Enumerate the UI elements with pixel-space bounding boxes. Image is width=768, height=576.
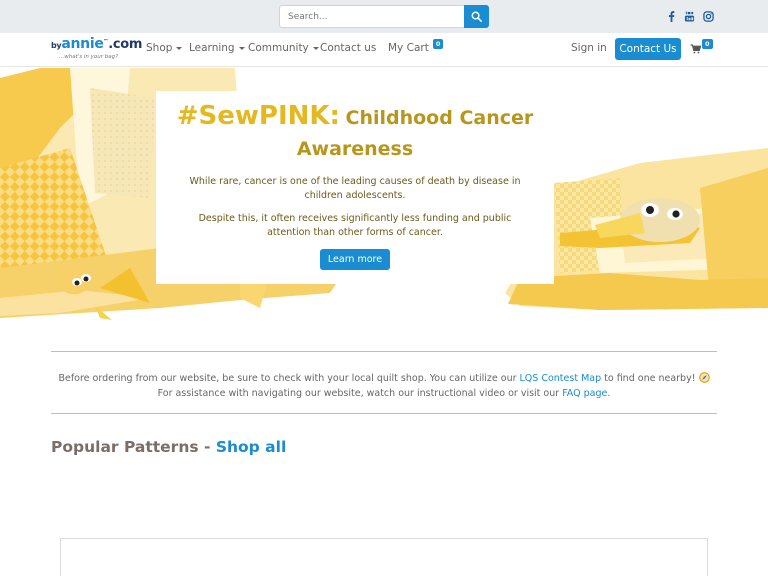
popular-patterns-heading: Popular Patterns - Shop all [51, 438, 286, 456]
sign-in-label: Sign in [571, 42, 607, 54]
instagram-icon[interactable] [702, 10, 714, 22]
info-line-1: Before ordering from our website, be sur… [51, 372, 717, 387]
nav-shop-label: Shop [146, 42, 173, 54]
nav-my-cart[interactable]: My Cart 0 [388, 39, 444, 54]
divider-top [51, 351, 717, 352]
nav-community[interactable]: Community [248, 42, 319, 54]
top-bar [0, 0, 768, 33]
hero-paragraph-2: Despite this, it often receives signific… [198, 213, 512, 238]
youtube-icon[interactable] [683, 10, 695, 22]
hero-paragraph-1: While rare, cancer is one of the leading… [189, 176, 521, 201]
hero-title-hashtag: #SewPINK: [176, 101, 340, 131]
hero-content-card: #SewPINK: Childhood Cancer Awareness Whi… [156, 91, 554, 284]
info-line-1-suffix: to find one nearby! [601, 373, 696, 384]
search-input[interactable] [279, 5, 464, 28]
nav-cart-label: My Cart [388, 42, 429, 54]
popular-patterns-label: Popular Patterns - [51, 438, 216, 456]
chevron-down-icon [312, 46, 319, 50]
info-line-2-text: For assistance with navigating our websi… [157, 387, 563, 399]
info-line-1-text: Before ordering from our website, be sur… [58, 373, 520, 384]
contact-us-button[interactable]: Contact Us [615, 38, 681, 60]
info-line-2: For assistance with navigating our websi… [51, 387, 717, 402]
lqs-contest-map-link[interactable]: LQS Contest Map [520, 373, 602, 384]
nav-learning[interactable]: Learning [189, 42, 245, 54]
hero-title: #SewPINK: Childhood Cancer Awareness [156, 101, 554, 165]
search-icon [471, 11, 482, 22]
chevron-down-icon [176, 46, 183, 50]
chevron-down-icon [238, 46, 245, 50]
divider-bottom [51, 413, 717, 414]
nav-learning-label: Learning [189, 42, 235, 54]
shop-all-link[interactable]: Shop all [216, 438, 286, 456]
nav-community-label: Community [248, 42, 309, 54]
nav-contact[interactable]: Contact us [320, 42, 376, 54]
hero-banner: #SewPINK: Childhood Cancer Awareness Whi… [0, 68, 768, 330]
site-logo[interactable]: byannie™.com ...what's in your bag? [51, 36, 142, 64]
nav-shop[interactable]: Shop [146, 42, 183, 54]
info-notice: Before ordering from our website, be sur… [51, 372, 717, 401]
logo-wordmark: byannie™.com [51, 36, 143, 52]
shopping-cart-icon [690, 44, 701, 54]
compass-icon [698, 372, 710, 383]
cart-icon-count-badge: 0 [702, 39, 713, 49]
facebook-icon[interactable] [665, 10, 677, 22]
sign-in-link[interactable]: Sign in [571, 42, 607, 54]
faq-page-link[interactable]: FAQ page. [562, 388, 610, 399]
cart-count-badge: 0 [432, 39, 444, 49]
learn-more-button[interactable]: Learn more [319, 249, 391, 270]
cart-button[interactable]: 0 [690, 39, 713, 54]
search-button[interactable] [464, 5, 489, 28]
nav-contact-label: Contact us [320, 42, 377, 54]
logo-tagline: ...what's in your bag? [59, 54, 119, 60]
pattern-carousel-card [60, 538, 708, 576]
main-navbar: byannie™.com ...what's in your bag? Shop… [0, 33, 768, 67]
search-form [279, 5, 489, 28]
